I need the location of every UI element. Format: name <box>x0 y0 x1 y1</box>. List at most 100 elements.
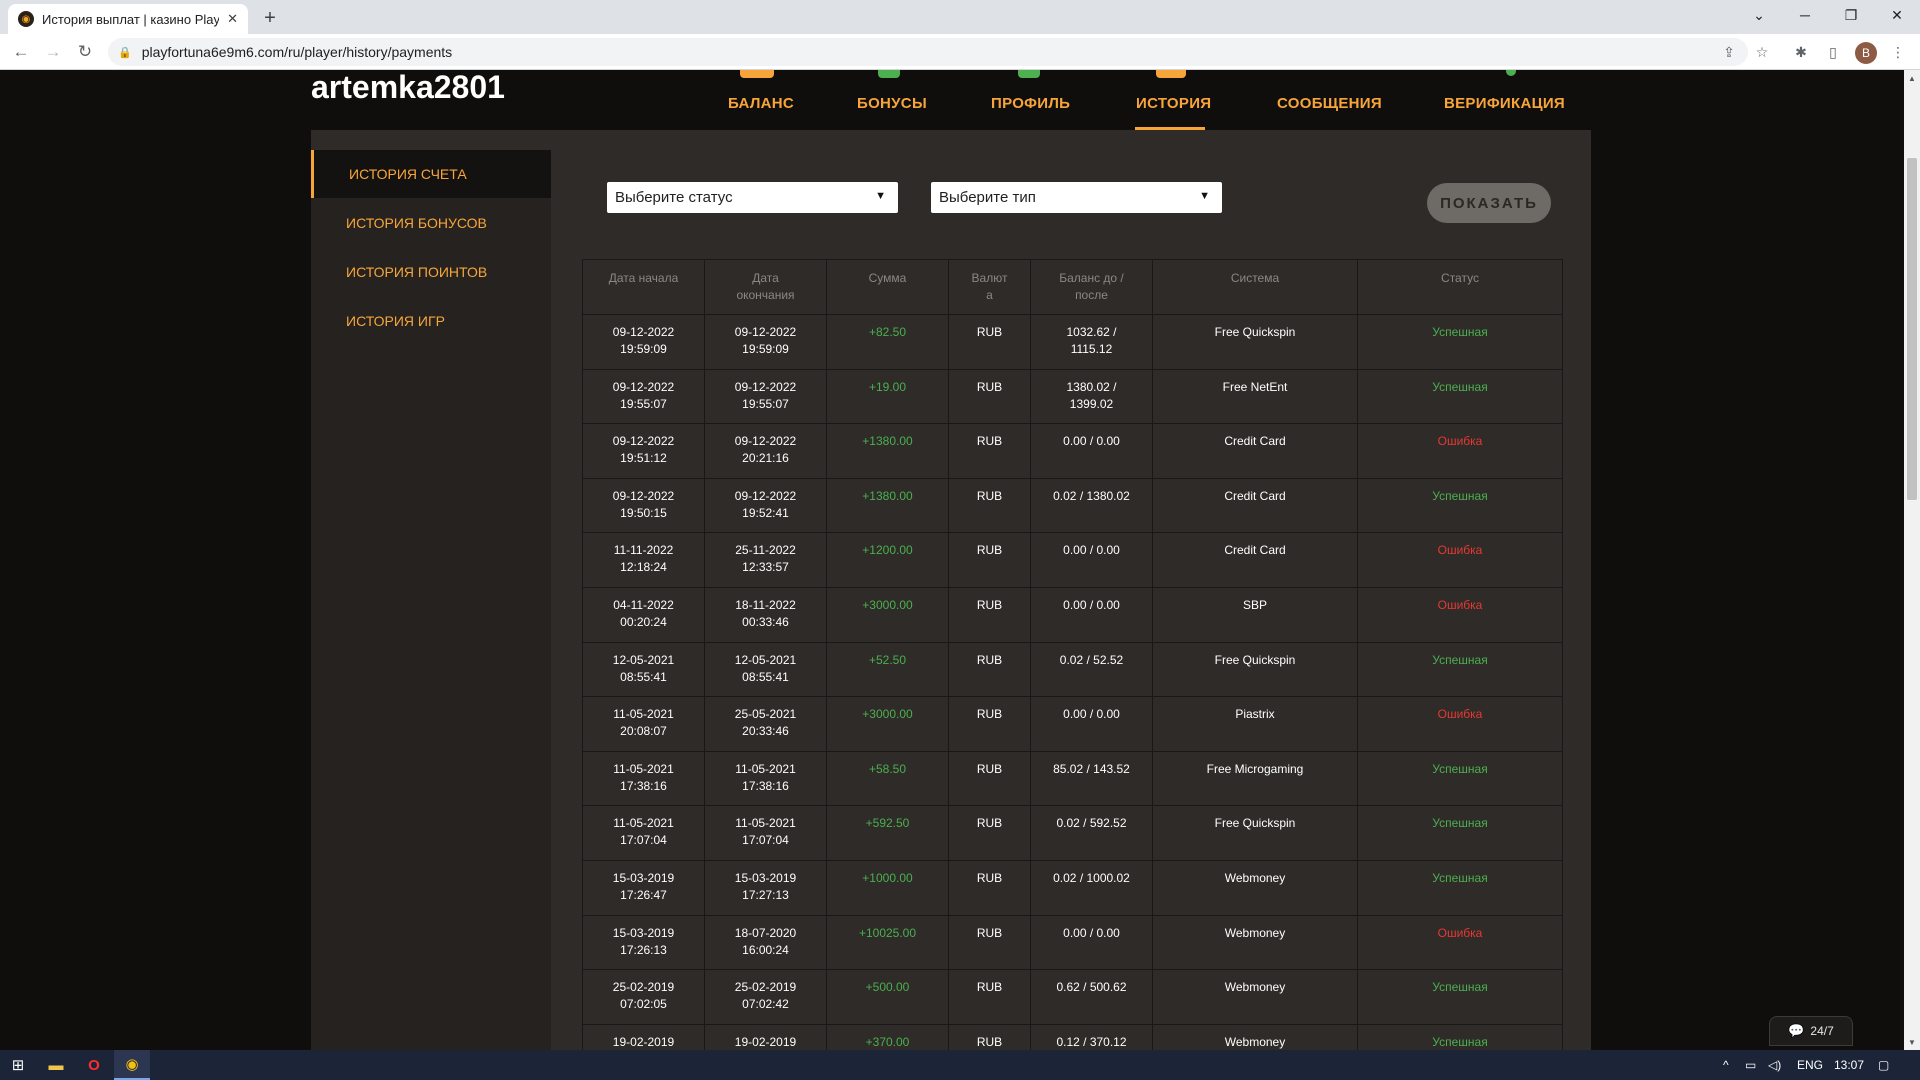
window-minimize-button[interactable]: ─ <box>1782 0 1828 30</box>
nav-verification[interactable]: ВЕРИФИКАЦИЯ <box>1444 95 1565 112</box>
window-restore-button[interactable]: ❐ <box>1828 0 1874 30</box>
cell-amount: +19.00 <box>826 368 949 425</box>
cell-system: Credit Card <box>1152 477 1358 534</box>
player-username: artemka2801 <box>311 70 505 105</box>
table-row: 25-02-2019 07:02:05 25-02-2019 07:02:42 +500… <box>582 969 1563 1025</box>
cell-system: Free Microgaming <box>1152 750 1358 807</box>
reload-icon[interactable]: ↻ <box>73 40 97 64</box>
cell-status: Успешная <box>1357 314 1563 370</box>
type-select-value: Выберите тип <box>939 189 1036 206</box>
cell-start-date-line: 11-05-2021 <box>613 816 674 831</box>
scroll-up-icon[interactable]: ▲ <box>1904 70 1920 86</box>
browser-tab[interactable]: ◉ История выплат | казино Playfo ✕ <box>8 4 248 34</box>
nav-balance[interactable]: БАЛАНС <box>728 95 794 112</box>
column-currency: Валют а <box>948 259 1031 315</box>
scroll-down-icon[interactable]: ▼ <box>1904 1034 1920 1050</box>
cell-status: Успешная <box>1357 477 1563 534</box>
bonus-icon <box>878 70 900 78</box>
language-indicator[interactable]: ENG <box>1797 1050 1823 1080</box>
opera-icon[interactable]: O <box>76 1050 112 1080</box>
cell-balance-line: 0.00 / 0.00 <box>1063 707 1120 722</box>
lock-icon[interactable]: 🔒 <box>118 46 132 59</box>
new-tab-button[interactable]: + <box>258 6 282 30</box>
cell-start-date: 11-05-2021 20:08:07 <box>582 696 705 752</box>
cell-start-date-line: 17:26:13 <box>620 942 667 957</box>
cell-balance-line: 1032.62 / <box>1066 325 1117 339</box>
support-chat-button[interactable]: 💬 24/7 <box>1769 1016 1853 1046</box>
cell-balance-line: 0.02 / 1380.02 <box>1053 488 1130 503</box>
volume-icon[interactable]: ◁) <box>1768 1050 1781 1080</box>
table-header-row: Дата начала Дата окончания Сумма Валют а Б… <box>582 259 1563 315</box>
network-icon[interactable]: ▭ <box>1745 1050 1756 1080</box>
cell-start-date-line: 15-03-2019 <box>612 925 675 940</box>
cell-start-date-line: 11-11-2022 <box>613 543 674 558</box>
sidebar-item-bonus-history[interactable]: ИСТОРИЯ БОНУСОВ <box>311 199 551 247</box>
cell-start-date: 25-02-2019 07:02:05 <box>582 969 705 1025</box>
tab-search-chevron-icon[interactable]: ⌄ <box>1736 0 1782 30</box>
type-select[interactable]: Выберите тип ▼ <box>931 182 1222 213</box>
cell-amount: +3000.00 <box>826 696 949 752</box>
sidebar-item-games-history[interactable]: ИСТОРИЯ ИГР <box>311 297 551 345</box>
cell-currency: RUB <box>948 696 1031 752</box>
notifications-icon[interactable]: ▢ <box>1878 1050 1889 1080</box>
side-panel-icon[interactable]: ▯ <box>1823 42 1843 62</box>
scrollbar-thumb[interactable] <box>1907 158 1917 500</box>
bookmark-star-icon[interactable]: ☆ <box>1752 42 1772 62</box>
cell-amount: +592.50 <box>826 805 949 861</box>
chrome-icon[interactable]: ◉ <box>114 1050 150 1080</box>
tray-overflow-icon[interactable]: ^ <box>1723 1050 1729 1080</box>
cell-currency: RUB <box>948 368 1031 425</box>
casino-favicon-icon: ◉ <box>18 11 34 27</box>
nav-profile[interactable]: ПРОФИЛЬ <box>991 95 1070 112</box>
cell-end-date: 18-07-2020 16:00:24 <box>704 914 827 971</box>
balance-icon <box>740 70 774 78</box>
window-close-button[interactable]: ✕ <box>1874 0 1920 30</box>
cell-amount: +1380.00 <box>826 477 949 534</box>
status-select-value: Выберите статус <box>615 189 733 206</box>
share-icon[interactable]: ⇪ <box>1719 42 1739 62</box>
nav-bonuses[interactable]: БОНУСЫ <box>857 95 927 112</box>
page-scrollbar[interactable]: ▲ ▼ <box>1904 70 1920 1050</box>
sidebar-item-label: ИСТОРИЯ БОНУСОВ <box>346 215 487 231</box>
show-button[interactable]: ПОКАЗАТЬ <box>1427 183 1551 223</box>
profile-avatar[interactable]: B <box>1855 42 1877 64</box>
history-sidebar: ИСТОРИЯ СЧЕТА ИСТОРИЯ БОНУСОВ ИСТОРИЯ ПО… <box>311 150 551 1050</box>
address-url[interactable]: playfortuna6e9m6.com/ru/player/history/p… <box>142 44 452 60</box>
back-icon[interactable]: ← <box>9 40 33 64</box>
tab-close-icon[interactable]: ✕ <box>227 11 238 27</box>
cell-end-date-line: 18-11-2022 <box>735 597 796 612</box>
nav-history[interactable]: ИСТОРИЯ <box>1136 95 1211 112</box>
cell-status: Успешная <box>1357 750 1563 807</box>
browser-menu-icon[interactable]: ⋮ <box>1888 42 1908 62</box>
table-row: 09-12-2022 19:51:12 09-12-2022 20:21:16 +138… <box>582 423 1563 479</box>
clock[interactable]: 13:07 <box>1834 1050 1864 1080</box>
cell-system: Credit Card <box>1152 423 1358 479</box>
page-viewport: artemka2801 БАЛАНС БОНУСЫ ПРОФИЛЬ ИСТОРИ… <box>0 70 1904 1050</box>
cell-balance-line: 0.00 / 0.00 <box>1063 925 1120 940</box>
cell-start-date-line: 15-03-2019 <box>612 870 675 885</box>
table-row: 12-05-2021 08:55:41 12-05-2021 08:55:41 +52.… <box>582 641 1563 698</box>
status-select[interactable]: Выберите статус ▼ <box>607 182 898 213</box>
cell-end-date-line: 09-12-2022 <box>734 488 797 503</box>
address-bar[interactable]: 🔒 playfortuna6e9m6.com/ru/player/history… <box>108 38 1748 66</box>
file-explorer-icon[interactable]: ▬ <box>38 1050 74 1080</box>
cell-end-date-line: 19:55:07 <box>742 396 789 411</box>
table-row: 15-03-2019 17:26:47 15-03-2019 17:27:13 +100… <box>582 859 1563 916</box>
cell-balance: 0.12 / 370.12 <box>1030 1023 1153 1050</box>
chevron-down-icon: ▼ <box>1199 190 1210 202</box>
chat-bubble-icon: 💬 <box>1788 1023 1805 1038</box>
sidebar-item-account-history[interactable]: ИСТОРИЯ СЧЕТА <box>311 150 551 198</box>
windows-start-icon[interactable]: ⊞ <box>0 1050 36 1080</box>
extensions-icon[interactable]: ✱ <box>1791 42 1811 62</box>
forward-icon[interactable]: → <box>41 40 65 64</box>
cell-balance: 0.02 / 1000.02 <box>1030 859 1153 916</box>
cell-end-date-line: 19:59:09 <box>742 342 789 356</box>
table-row: 11-05-2021 17:38:16 11-05-2021 17:38:16 +58.… <box>582 750 1563 807</box>
cell-end-date-line: 17:38:16 <box>742 778 789 793</box>
cell-amount: +3000.00 <box>826 586 949 643</box>
nav-messages[interactable]: СООБЩЕНИЯ <box>1277 95 1382 112</box>
cell-end-date: 25-02-2019 07:02:42 <box>704 969 827 1025</box>
column-status: Статус <box>1357 259 1563 315</box>
cell-start-date: 11-05-2021 17:38:16 <box>582 750 705 807</box>
sidebar-item-points-history[interactable]: ИСТОРИЯ ПОИНТОВ <box>311 248 551 296</box>
